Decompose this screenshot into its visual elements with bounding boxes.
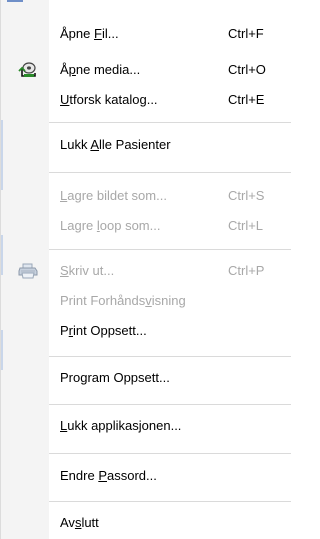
menu-item-program-setup[interactable]: Program Oppsett...	[2, 365, 290, 391]
menu-item-shortcut: Ctrl+L	[228, 218, 264, 233]
menu-item-open-file[interactable]: Åpne Fil... Ctrl+F	[2, 21, 290, 47]
file-menu: Åpne Fil... Ctrl+F Åpne media... Ctrl+O …	[0, 0, 291, 539]
menu-item-label: Lagre bildet som...	[60, 188, 167, 203]
open-media-icon	[18, 61, 38, 79]
menu-item-close-all-patients[interactable]: Lukk Alle Pasienter	[2, 132, 290, 158]
menu-item-label: Lagre loop som...	[60, 218, 161, 233]
menu-item-print[interactable]: Skriv ut... Ctrl+P	[2, 258, 290, 284]
menu-item-explore-catalog[interactable]: Utforsk katalog... Ctrl+E	[2, 87, 290, 113]
menu-item-label: Åpne Fil...	[60, 26, 119, 41]
menu-item-print-setup[interactable]: Print Oppsett...	[2, 318, 290, 344]
menu-separator	[49, 453, 291, 455]
menu-item-label: Utforsk katalog...	[60, 92, 158, 107]
menu-separator	[49, 501, 291, 503]
menu-item-open-media[interactable]: Åpne media... Ctrl+O	[2, 57, 290, 83]
menu-item-label: Skriv ut...	[60, 263, 115, 278]
menu-item-shortcut: Ctrl+S	[228, 188, 265, 203]
menu-item-label: Program Oppsett...	[60, 370, 170, 385]
menu-item-close-application[interactable]: Lukk applikasjonen...	[2, 413, 290, 439]
menu-item-exit[interactable]: Avslutt	[2, 510, 290, 536]
menu-separator	[49, 122, 291, 124]
menu-item-label: Avslutt	[60, 515, 99, 530]
menu-item-label: Endre Passord...	[60, 468, 157, 483]
menu-separator	[49, 404, 291, 406]
menu-item-save-loop-as[interactable]: Lagre loop som... Ctrl+L	[2, 213, 290, 239]
menu-separator	[49, 172, 291, 174]
menu-item-label: Lukk Alle Pasienter	[60, 137, 171, 152]
menu-item-save-image-as[interactable]: Lagre bildet som... Ctrl+S	[2, 183, 290, 209]
printer-icon	[18, 262, 38, 280]
menu-item-shortcut: Ctrl+P	[228, 263, 265, 278]
menu-item-label: Print Oppsett...	[60, 323, 147, 338]
menu-separator	[49, 249, 291, 251]
menu-item-shortcut: Ctrl+F	[228, 26, 264, 41]
menu-top-accent	[7, 0, 23, 2]
menu-item-label: Print Forhåndsvisning	[60, 293, 186, 308]
menu-item-shortcut: Ctrl+O	[228, 62, 266, 77]
menu-item-label: Lukk applikasjonen...	[60, 418, 182, 433]
menu-item-shortcut: Ctrl+E	[228, 92, 265, 107]
menu-item-change-password[interactable]: Endre Passord...	[2, 463, 290, 489]
menu-item-label: Åpne media...	[60, 62, 141, 77]
menu-item-print-preview[interactable]: Print Forhåndsvisning	[2, 288, 290, 314]
menu-separator	[49, 356, 291, 358]
